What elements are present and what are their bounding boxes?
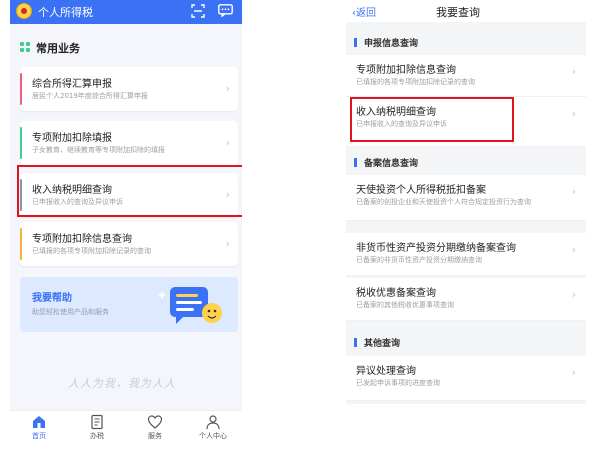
- group-title: 其他查询: [364, 339, 401, 349]
- help-mascot-icon: [157, 287, 222, 324]
- card-accent-bar: [20, 228, 22, 260]
- help-title: 我要帮助: [32, 293, 72, 304]
- row-subtitle: 已发起申诉事项的进度查询: [356, 379, 440, 387]
- back-button[interactable]: ‹返回: [352, 4, 376, 19]
- tab-home[interactable]: 首页: [16, 414, 62, 441]
- card-subtitle: 已填报的各项专项附加扣除记录的查询: [32, 247, 151, 255]
- chevron-right-icon: ›: [571, 107, 576, 120]
- chevron-right-icon: ›: [571, 366, 576, 379]
- tax-emblem-icon: [16, 3, 32, 19]
- chevron-right-icon: ›: [225, 82, 230, 95]
- row-deduction-query[interactable]: 专项附加扣除信息查询 已填报的各项专项附加扣除记录的查询 ›: [346, 55, 586, 97]
- card-subtitle: 子女教育、继续教育等专项附加扣除的填报: [32, 146, 165, 154]
- user-icon: [206, 415, 220, 430]
- tab-service[interactable]: 服务: [132, 414, 178, 441]
- card-deduction-fill[interactable]: 专项附加扣除填报 子女教育、继续教育等专项附加扣除的填报 ›: [20, 121, 238, 165]
- help-banner[interactable]: 我要帮助 助您轻松使用产品和服务: [20, 277, 238, 332]
- card-title: 专项附加扣除信息查询: [32, 234, 132, 245]
- card-title: 专项附加扣除填报: [32, 133, 112, 144]
- highlight-box: [17, 165, 242, 217]
- row-angel-investment[interactable]: 天使投资个人所得税抵扣备案 已备案的创投企业和天使投资个人符合规定投资行为查询 …: [346, 175, 586, 221]
- card-title: 综合所得汇算申报: [32, 79, 112, 90]
- tab-label: 服务: [148, 432, 162, 440]
- group-header: 申报信息查询: [346, 31, 586, 53]
- card-deduction-query[interactable]: 专项附加扣除信息查询 已填报的各项专项附加扣除记录的查询 ›: [20, 222, 238, 266]
- tab-tax[interactable]: 办税: [74, 414, 120, 441]
- message-icon[interactable]: [218, 4, 233, 17]
- group-header: 其他查询: [346, 331, 586, 353]
- group-title: 申报信息查询: [364, 39, 419, 49]
- group-header: 备案信息查询: [346, 151, 586, 173]
- row-subtitle: 已备案的非货币性资产投资分期缴纳查询: [356, 256, 482, 264]
- top-bar: 个人所得税: [10, 0, 242, 24]
- section-title: 常用业务: [36, 42, 80, 55]
- scan-icon[interactable]: [191, 4, 205, 18]
- back-label: 返回: [356, 8, 376, 19]
- row-title: 非货币性资产投资分期缴纳备案查询: [356, 243, 516, 254]
- card-accent-bar: [20, 73, 22, 105]
- chevron-right-icon: ›: [571, 65, 576, 78]
- highlight-box: [350, 97, 514, 142]
- row-title: 异议处理查询: [356, 366, 416, 377]
- home-screen: 个人所得税 常用业务 综合所得汇算申报 居民个人2019年度综合所得汇算申报 ›…: [10, 0, 242, 446]
- bottom-tab-bar: 首页 办税 服务 个人中心: [10, 410, 242, 446]
- row-subtitle: 已备案的其他税收优惠事项查询: [356, 301, 454, 309]
- chevron-right-icon: ›: [571, 243, 576, 256]
- row-title: 专项附加扣除信息查询: [356, 65, 456, 76]
- card-annual-filing[interactable]: 综合所得汇算申报 居民个人2019年度综合所得汇算申报 ›: [20, 67, 238, 111]
- chevron-right-icon: ›: [571, 288, 576, 301]
- tab-profile[interactable]: 个人中心: [190, 414, 236, 441]
- app-title: 个人所得税: [38, 6, 93, 19]
- nav-bar: ‹返回 我要查询: [346, 0, 586, 22]
- row-dispute-query[interactable]: 异议处理查询 已发起申诉事项的进度查询 ›: [346, 356, 586, 401]
- card-subtitle: 居民个人2019年度综合所得汇算申报: [32, 92, 148, 100]
- row-nonmonetary-asset[interactable]: 非货币性资产投资分期缴纳备案查询 已备案的非货币性资产投资分期缴纳查询 ›: [346, 233, 586, 276]
- chevron-right-icon: ›: [571, 185, 576, 198]
- heart-icon: [147, 415, 163, 429]
- help-subtitle: 助您轻松使用产品和服务: [32, 308, 109, 316]
- row-subtitle: 已备案的创投企业和天使投资个人符合规定投资行为查询: [356, 198, 531, 206]
- row-tax-preference[interactable]: 税收优惠备案查询 已备案的其他税收优惠事项查询 ›: [346, 278, 586, 321]
- group-accent-bar: [354, 158, 357, 167]
- row-title: 税收优惠备案查询: [356, 288, 436, 299]
- chevron-right-icon: ›: [225, 136, 230, 149]
- group-accent-bar: [354, 38, 357, 47]
- query-screen: ‹返回 我要查询 申报信息查询 专项附加扣除信息查询 已填报的各项专项附加扣除记…: [346, 0, 586, 404]
- home-icon: [33, 416, 45, 428]
- page-title: 我要查询: [436, 6, 480, 19]
- group-accent-bar: [354, 338, 357, 347]
- grid-icon: [20, 42, 30, 52]
- tab-label: 办税: [90, 432, 104, 440]
- chevron-right-icon: ›: [225, 237, 230, 250]
- card-accent-bar: [20, 127, 22, 159]
- group-title: 备案信息查询: [364, 159, 419, 169]
- row-subtitle: 已填报的各项专项附加扣除记录的查询: [356, 78, 475, 86]
- document-icon: [91, 414, 103, 430]
- row-title: 天使投资个人所得税抵扣备案: [356, 185, 486, 196]
- tab-label: 个人中心: [199, 432, 227, 440]
- slogan: 人人为我，我为人人: [68, 377, 176, 390]
- tab-label: 首页: [32, 432, 46, 440]
